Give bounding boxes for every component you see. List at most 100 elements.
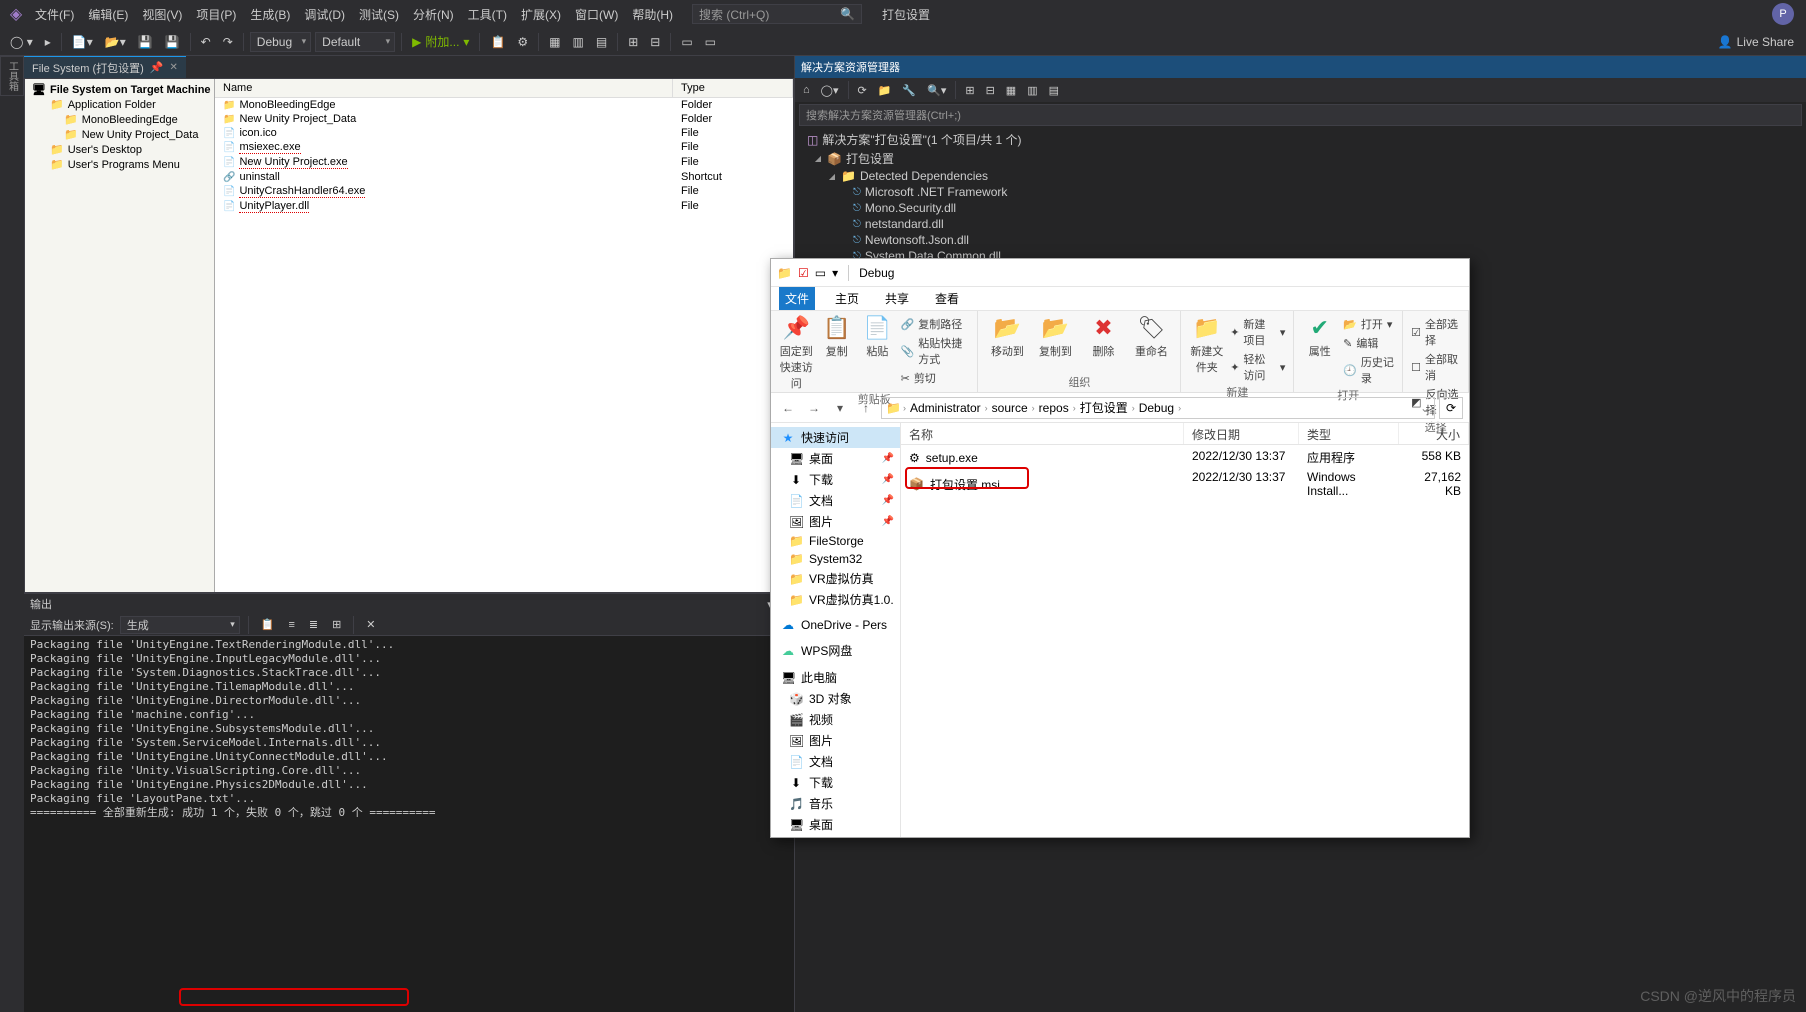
- config-combo[interactable]: Debug: [250, 32, 311, 52]
- fs-tree-item[interactable]: 📁User's Desktop: [28, 142, 211, 157]
- nav-this-pc[interactable]: 🖥此电脑: [771, 667, 900, 688]
- toolbar-btn-e[interactable]: ▤: [592, 33, 611, 51]
- nav-item[interactable]: 📁FileStorge: [771, 532, 900, 550]
- col-date[interactable]: 修改日期: [1184, 423, 1299, 444]
- col-size[interactable]: 大小: [1399, 423, 1469, 444]
- solution-search[interactable]: 搜索解决方案资源管理器(Ctrl+;): [799, 104, 1802, 126]
- sol-btn[interactable]: ◯▾: [817, 82, 843, 99]
- dependency-node[interactable]: ⎋Microsoft .NET Framework: [795, 184, 1806, 200]
- toolbar-btn-h[interactable]: ▭: [677, 33, 696, 51]
- new-item-button[interactable]: ✦ 新建项目 ▾: [1230, 315, 1285, 349]
- output-source-combo[interactable]: 生成: [120, 616, 240, 634]
- nav-item[interactable]: 🖥桌面📌: [771, 448, 900, 469]
- nav-quick-access[interactable]: ★快速访问: [771, 427, 900, 448]
- col-type[interactable]: 类型: [1299, 423, 1399, 444]
- fs-tree[interactable]: 🖥 File System on Target Machine 📁Applica…: [25, 79, 215, 592]
- col-type[interactable]: Type: [673, 79, 793, 97]
- sol-home-icon[interactable]: ⌂: [799, 82, 814, 98]
- sol-btn[interactable]: ⊞: [961, 82, 978, 99]
- pin-button[interactable]: 📌固定到快速访问: [779, 315, 814, 391]
- breadcrumb[interactable]: repos: [1037, 401, 1071, 415]
- fs-tree-root[interactable]: 🖥 File System on Target Machine: [28, 82, 211, 97]
- address-input[interactable]: 📁 › Administrator› source› repos› 打包设置› …: [881, 397, 1435, 419]
- nav-item[interactable]: ⬇下载: [771, 772, 900, 793]
- select-all-button[interactable]: ☑ 全部选择: [1411, 315, 1460, 349]
- output-body[interactable]: Packaging file 'UnityEngine.TextRenderin…: [24, 636, 794, 1012]
- solution-node[interactable]: ◫解决方案"打包设置"(1 个项目/共 1 个): [795, 130, 1806, 149]
- new-button[interactable]: 📄▾: [68, 33, 97, 51]
- output-btn-c[interactable]: ≣: [305, 616, 322, 633]
- ribbon-tab-share[interactable]: 共享: [879, 287, 915, 310]
- qat-icon[interactable]: ▭: [815, 266, 826, 280]
- breadcrumb[interactable]: 打包设置: [1078, 399, 1130, 416]
- refresh-button[interactable]: ⟳: [1439, 397, 1463, 419]
- project-node[interactable]: ◢📦打包设置: [795, 149, 1806, 168]
- output-btn-d[interactable]: ⊞: [328, 616, 345, 633]
- nav-item[interactable]: 🖥桌面: [771, 814, 900, 835]
- open-button[interactable]: 📂▾: [101, 33, 130, 51]
- fs-row[interactable]: 📄icon.icoFile: [215, 126, 793, 140]
- sol-btn[interactable]: ⊟: [982, 82, 999, 99]
- fs-row[interactable]: 📁New Unity Project_DataFolder: [215, 112, 793, 126]
- sol-sync-icon[interactable]: ⟳: [854, 82, 871, 99]
- cut-button[interactable]: ✂ 剪切: [901, 369, 970, 387]
- menu-item[interactable]: 项目(P): [189, 2, 243, 27]
- menu-item[interactable]: 工具(T): [461, 2, 514, 27]
- sol-btn[interactable]: 📁: [874, 82, 896, 99]
- sol-btn[interactable]: 🔧: [898, 82, 920, 99]
- nav-item[interactable]: 📄文档📌: [771, 490, 900, 511]
- copy-button[interactable]: 📋复制: [820, 315, 855, 359]
- toolbar-btn-g[interactable]: ⊟: [646, 33, 664, 51]
- rename-button[interactable]: 🏷重命名: [1130, 315, 1172, 359]
- nav-item[interactable]: 📁System32: [771, 550, 900, 568]
- select-none-button[interactable]: ☐ 全部取消: [1411, 350, 1460, 384]
- fs-row[interactable]: 📄New Unity Project.exeFile: [215, 155, 793, 170]
- output-btn-e[interactable]: ✕: [362, 616, 379, 633]
- edit-button[interactable]: ✎ 编辑: [1343, 334, 1394, 352]
- fs-tree-item[interactable]: 📁MonoBleedingEdge: [28, 112, 211, 127]
- toolbar-btn-d[interactable]: ▥: [569, 33, 588, 51]
- undo-button[interactable]: ↶: [197, 33, 215, 51]
- nav-forward-button[interactable]: →: [803, 397, 825, 419]
- nav-item[interactable]: 🎬视频: [771, 709, 900, 730]
- copy-to-button[interactable]: 📂复制到: [1034, 315, 1076, 359]
- menu-item[interactable]: 调试(D): [297, 2, 352, 27]
- move-to-button[interactable]: 📂移动到: [986, 315, 1028, 359]
- toolbar-btn-c[interactable]: ▦: [545, 33, 564, 51]
- save-button[interactable]: 💾: [134, 33, 157, 51]
- menu-item[interactable]: 文件(F): [28, 2, 81, 27]
- menu-item[interactable]: 编辑(E): [81, 2, 135, 27]
- ribbon-tab-file[interactable]: 文件: [779, 287, 815, 310]
- history-button[interactable]: 🕘 历史记录: [1343, 353, 1394, 387]
- toolbar-btn-f[interactable]: ⊞: [624, 33, 642, 51]
- menu-item[interactable]: 视图(V): [135, 2, 189, 27]
- explorer-nav-pane[interactable]: ★快速访问 🖥桌面📌⬇下载📌📄文档📌🖼图片📌📁FileStorge📁System…: [771, 423, 901, 837]
- fs-row[interactable]: 🔗uninstallShortcut: [215, 170, 793, 184]
- nav-item[interactable]: 🎵音乐: [771, 793, 900, 814]
- back-button[interactable]: ◯ ▾: [6, 33, 37, 51]
- pin-icon[interactable]: 📌: [150, 61, 164, 74]
- user-avatar[interactable]: P: [1772, 3, 1794, 25]
- qat-dropdown-icon[interactable]: ▾: [832, 266, 838, 280]
- dependency-node[interactable]: ⎋Mono.Security.dll: [795, 200, 1806, 216]
- sol-btn[interactable]: 🔍▾: [923, 82, 950, 99]
- nav-item[interactable]: 📁VR虚拟仿真: [771, 568, 900, 589]
- menu-item[interactable]: 窗口(W): [568, 2, 625, 27]
- fs-tree-item[interactable]: 📁User's Programs Menu: [28, 157, 211, 172]
- toolbox-tab[interactable]: 工具箱: [0, 56, 24, 96]
- live-share-button[interactable]: 👤 Live Share: [1718, 35, 1800, 49]
- menu-item[interactable]: 分析(N): [406, 2, 461, 27]
- paste-shortcut-button[interactable]: 📎 粘贴快捷方式: [901, 334, 970, 368]
- start-button[interactable]: ▶ 附加... ▾: [408, 31, 473, 52]
- sol-btn[interactable]: ▤: [1045, 82, 1063, 99]
- breadcrumb[interactable]: source: [990, 401, 1030, 415]
- new-folder-button[interactable]: 📁新建文件夹: [1189, 315, 1224, 375]
- col-name[interactable]: Name: [215, 79, 673, 97]
- nav-item[interactable]: 📄文档: [771, 751, 900, 772]
- platform-combo[interactable]: Default: [315, 32, 395, 52]
- toolbar-btn-a[interactable]: 📋: [486, 33, 509, 51]
- explorer-file-list[interactable]: ⚙setup.exe2022/12/30 13:37应用程序558 KB📦打包设…: [901, 445, 1469, 837]
- fs-tree-item[interactable]: 📁New Unity Project_Data: [28, 127, 211, 142]
- file-row[interactable]: ⚙setup.exe2022/12/30 13:37应用程序558 KB: [901, 447, 1469, 468]
- close-icon[interactable]: ✕: [170, 62, 178, 73]
